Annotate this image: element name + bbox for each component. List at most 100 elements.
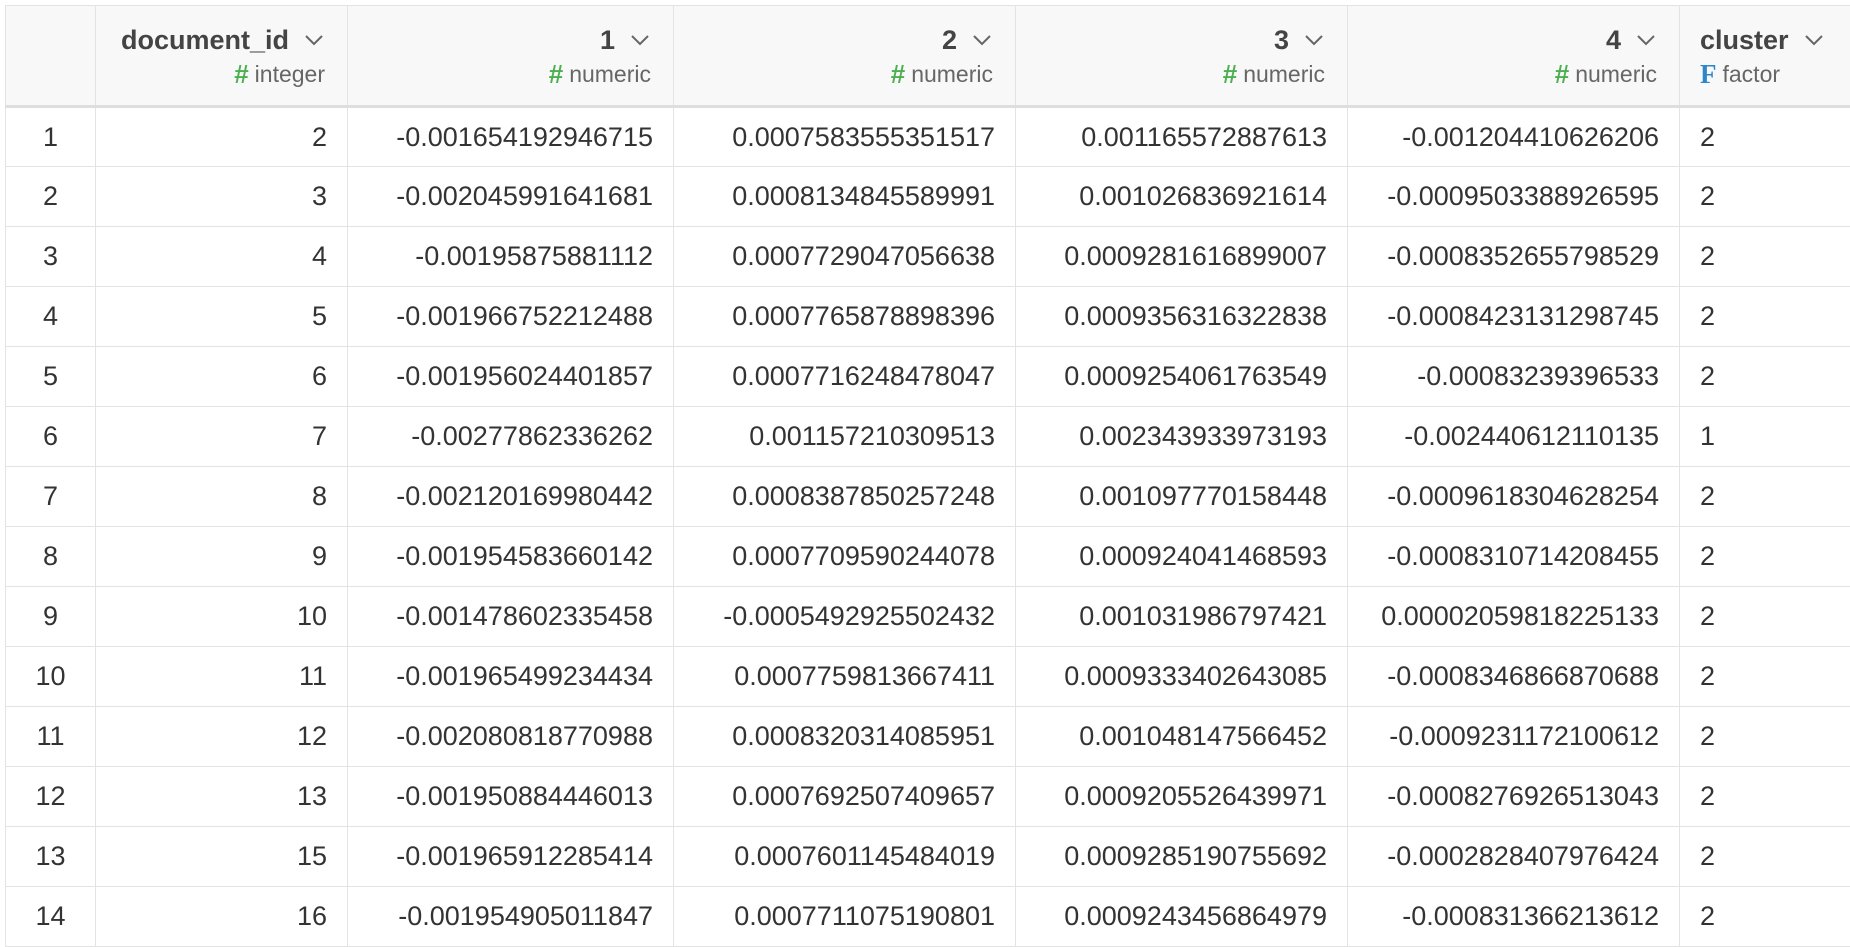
table-cell[interactable]: -0.002045991641681	[348, 167, 674, 227]
table-cell[interactable]: -0.00277862336262	[348, 407, 674, 467]
table-cell[interactable]: 0.0007583555351517	[674, 107, 1016, 167]
table-cell[interactable]: -0.0009231172100612	[1348, 707, 1680, 767]
table-cell[interactable]: 2	[1680, 647, 1850, 707]
table-row[interactable]: 1315-0.0019659122854140.0007601145484019…	[6, 827, 1850, 887]
table-cell[interactable]: -0.0008310714208455	[1348, 527, 1680, 587]
table-cell[interactable]: 2	[1680, 707, 1850, 767]
table-cell[interactable]: -0.002440612110135	[1348, 407, 1680, 467]
table-row[interactable]: 12-0.0016541929467150.00075835553515170.…	[6, 107, 1850, 167]
table-cell[interactable]: 0.0009285190755692	[1016, 827, 1348, 887]
table-cell[interactable]: 0.0008320314085951	[674, 707, 1016, 767]
table-cell[interactable]: -0.001965499234434	[348, 647, 674, 707]
table-cell[interactable]: 2	[1680, 827, 1850, 887]
table-cell[interactable]: 5	[96, 287, 348, 347]
table-cell[interactable]: 0.0009254061763549	[1016, 347, 1348, 407]
column-header-document-id[interactable]: document_id # integer	[96, 6, 348, 107]
table-cell[interactable]: 0.0009243456864979	[1016, 887, 1348, 947]
table-cell[interactable]: 0.0008387850257248	[674, 467, 1016, 527]
chevron-down-icon[interactable]	[971, 29, 993, 51]
table-row[interactable]: 67-0.002778623362620.0011572103095130.00…	[6, 407, 1850, 467]
table-cell[interactable]: 0.001031986797421	[1016, 587, 1348, 647]
table-row[interactable]: 1011-0.0019654992344340.0007759813667411…	[6, 647, 1850, 707]
table-cell[interactable]: 0.0008134845589991	[674, 167, 1016, 227]
table-cell[interactable]: 0.0007729047056638	[674, 227, 1016, 287]
table-cell[interactable]: -0.0008423131298745	[1348, 287, 1680, 347]
table-cell[interactable]: 2	[1680, 527, 1850, 587]
table-cell[interactable]: -0.001654192946715	[348, 107, 674, 167]
table-cell[interactable]: 2	[1680, 347, 1850, 407]
table-cell[interactable]: -0.0002828407976424	[1348, 827, 1680, 887]
table-cell[interactable]: -0.001478602335458	[348, 587, 674, 647]
table-cell[interactable]: 0.0007765878898396	[674, 287, 1016, 347]
table-cell[interactable]: -0.001950884446013	[348, 767, 674, 827]
chevron-down-icon[interactable]	[1635, 29, 1657, 51]
table-cell[interactable]: -0.001204410626206	[1348, 107, 1680, 167]
table-cell[interactable]: 9	[96, 527, 348, 587]
table-cell[interactable]: -0.002080818770988	[348, 707, 674, 767]
table-cell[interactable]: -0.0008276926513043	[1348, 767, 1680, 827]
table-row[interactable]: 910-0.001478602335458-0.0005492925502432…	[6, 587, 1850, 647]
table-cell[interactable]: 10	[96, 587, 348, 647]
table-cell[interactable]: 0.001048147566452	[1016, 707, 1348, 767]
column-header-2[interactable]: 2 # numeric	[674, 6, 1016, 107]
table-cell[interactable]: -0.001965912285414	[348, 827, 674, 887]
table-cell[interactable]: 15	[96, 827, 348, 887]
table-cell[interactable]: 2	[1680, 227, 1850, 287]
table-cell[interactable]: 0.002343933973193	[1016, 407, 1348, 467]
table-cell[interactable]: -0.001956024401857	[348, 347, 674, 407]
table-cell[interactable]: -0.002120169980442	[348, 467, 674, 527]
chevron-down-icon[interactable]	[1303, 29, 1325, 51]
table-row[interactable]: 1416-0.0019549050118470.0007711075190801…	[6, 887, 1850, 947]
table-cell[interactable]: 0.0009356316322838	[1016, 287, 1348, 347]
table-cell[interactable]: 2	[1680, 887, 1850, 947]
table-row[interactable]: 34-0.001958758811120.00077290470566380.0…	[6, 227, 1850, 287]
table-cell[interactable]: 2	[1680, 107, 1850, 167]
chevron-down-icon[interactable]	[1803, 29, 1825, 51]
table-cell[interactable]: 0.0007759813667411	[674, 647, 1016, 707]
table-cell[interactable]: 2	[1680, 467, 1850, 527]
table-cell[interactable]: 0.001026836921614	[1016, 167, 1348, 227]
column-header-3[interactable]: 3 # numeric	[1016, 6, 1348, 107]
table-cell[interactable]: 0.0009333402643085	[1016, 647, 1348, 707]
column-header-cluster[interactable]: cluster F factor	[1680, 6, 1850, 107]
table-cell[interactable]: 13	[96, 767, 348, 827]
table-cell[interactable]: 0.0007709590244078	[674, 527, 1016, 587]
table-cell[interactable]: 0.0007711075190801	[674, 887, 1016, 947]
table-cell[interactable]: 0.0007692507409657	[674, 767, 1016, 827]
table-cell[interactable]: -0.000831366213612	[1348, 887, 1680, 947]
table-cell[interactable]: 0.0009281616899007	[1016, 227, 1348, 287]
table-cell[interactable]: 16	[96, 887, 348, 947]
table-cell[interactable]: -0.00195875881112	[348, 227, 674, 287]
table-cell[interactable]: 0.001157210309513	[674, 407, 1016, 467]
table-cell[interactable]: 0.0009205526439971	[1016, 767, 1348, 827]
table-cell[interactable]: 2	[96, 107, 348, 167]
table-row[interactable]: 56-0.0019560244018570.00077162484780470.…	[6, 347, 1850, 407]
table-cell[interactable]: 2	[1680, 287, 1850, 347]
table-row[interactable]: 1213-0.0019508844460130.0007692507409657…	[6, 767, 1850, 827]
table-cell[interactable]: -0.001966752212488	[348, 287, 674, 347]
table-cell[interactable]: 4	[96, 227, 348, 287]
table-row[interactable]: 23-0.0020459916416810.00081348455899910.…	[6, 167, 1850, 227]
table-cell[interactable]: -0.0008352655798529	[1348, 227, 1680, 287]
table-cell[interactable]: 8	[96, 467, 348, 527]
table-cell[interactable]: -0.001954905011847	[348, 887, 674, 947]
table-cell[interactable]: 0.000924041468593	[1016, 527, 1348, 587]
table-row[interactable]: 78-0.0021201699804420.00083878502572480.…	[6, 467, 1850, 527]
table-cell[interactable]: 2	[1680, 767, 1850, 827]
table-cell[interactable]: 0.0007601145484019	[674, 827, 1016, 887]
table-cell[interactable]: 0.001165572887613	[1016, 107, 1348, 167]
table-cell[interactable]: 2	[1680, 167, 1850, 227]
table-cell[interactable]: 12	[96, 707, 348, 767]
table-cell[interactable]: 0.00002059818225133	[1348, 587, 1680, 647]
table-row[interactable]: 1112-0.0020808187709880.0008320314085951…	[6, 707, 1850, 767]
table-row[interactable]: 45-0.0019667522124880.00077658788983960.…	[6, 287, 1850, 347]
table-cell[interactable]: 11	[96, 647, 348, 707]
table-cell[interactable]: -0.001954583660142	[348, 527, 674, 587]
column-header-4[interactable]: 4 # numeric	[1348, 6, 1680, 107]
table-row[interactable]: 89-0.0019545836601420.00077095902440780.…	[6, 527, 1850, 587]
table-cell[interactable]: 2	[1680, 587, 1850, 647]
table-cell[interactable]: 7	[96, 407, 348, 467]
table-cell[interactable]: -0.0009503388926595	[1348, 167, 1680, 227]
chevron-down-icon[interactable]	[303, 29, 325, 51]
column-header-1[interactable]: 1 # numeric	[348, 6, 674, 107]
